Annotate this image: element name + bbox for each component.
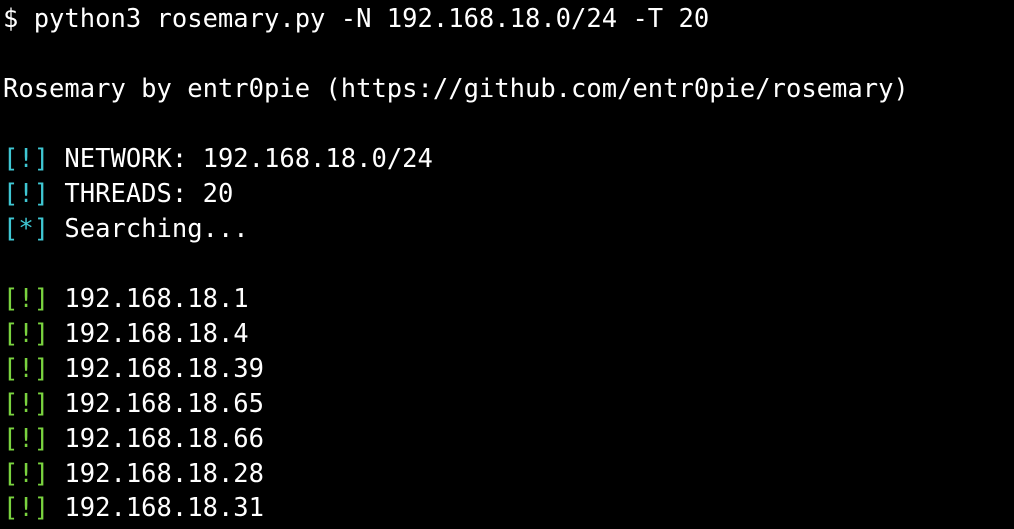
terminal-window[interactable]: $ python3 rosemary.py -N 192.168.18.0/24… — [0, 0, 1014, 529]
info-line-threads: [!] THREADS: 20 — [3, 177, 233, 212]
info-text: THREADS: 20 — [64, 179, 234, 209]
found-tag: [!] — [3, 493, 50, 523]
found-tag: [!] — [3, 424, 50, 454]
result-ip: 192.168.18.28 — [64, 459, 265, 489]
result-line: [!] 192.168.18.28 — [3, 457, 264, 492]
banner-line: Rosemary by entr0pie (https://github.com… — [3, 74, 909, 104]
command-line: $ python3 rosemary.py -N 192.168.18.0/24… — [3, 4, 710, 34]
info-tag: [!] — [3, 179, 50, 209]
found-tag: [!] — [3, 354, 50, 384]
result-ip: 192.168.18.66 — [64, 424, 265, 454]
result-line: [!] 192.168.18.39 — [3, 352, 264, 387]
result-line: [!] 192.168.18.1 — [3, 282, 249, 317]
info-tag: [*] — [3, 214, 50, 244]
found-tag: [!] — [3, 389, 50, 419]
info-text: NETWORK: 192.168.18.0/24 — [64, 144, 433, 174]
info-tag: [!] — [3, 144, 50, 174]
result-line: [!] 192.168.18.4 — [3, 317, 249, 352]
result-ip: 192.168.18.39 — [64, 354, 265, 384]
info-line-searching: [*] Searching... — [3, 212, 249, 247]
result-ip: 192.168.18.65 — [64, 389, 265, 419]
result-ip: 192.168.18.31 — [64, 493, 265, 523]
info-line-network: [!] NETWORK: 192.168.18.0/24 — [3, 142, 433, 177]
info-text: Searching... — [64, 214, 249, 244]
result-ip: 192.168.18.1 — [64, 284, 249, 314]
result-line: [!] 192.168.18.31 — [3, 491, 264, 526]
result-ip: 192.168.18.4 — [64, 319, 249, 349]
found-tag: [!] — [3, 319, 50, 349]
found-tag: [!] — [3, 459, 50, 489]
result-line: [!] 192.168.18.65 — [3, 387, 264, 422]
found-tag: [!] — [3, 284, 50, 314]
result-line: [!] 192.168.18.66 — [3, 422, 264, 457]
